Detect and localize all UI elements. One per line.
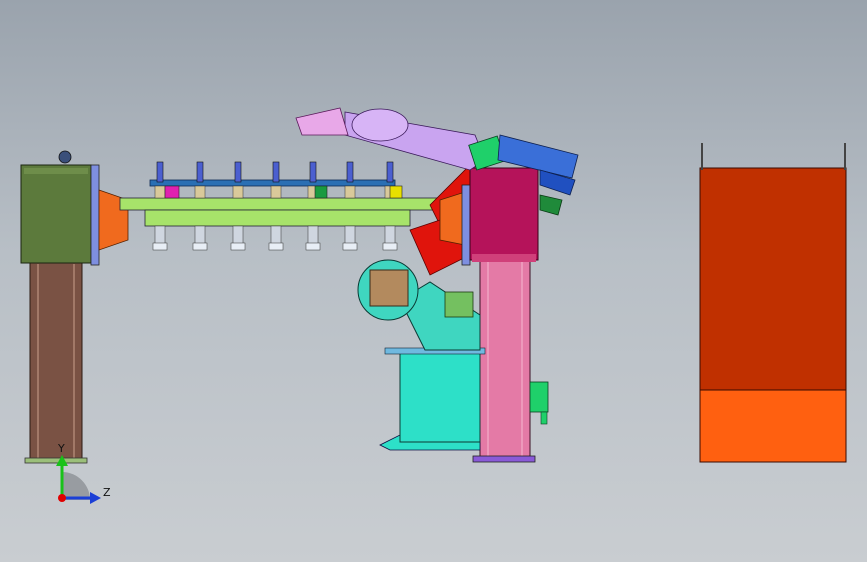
left-motor-housing bbox=[20, 164, 92, 264]
clamp-rail bbox=[149, 179, 396, 187]
cad-viewport[interactable]: Y Z bbox=[0, 0, 867, 562]
triad-quadrant bbox=[62, 472, 90, 500]
clamp-jaw bbox=[270, 185, 282, 199]
clamp-lower-cap bbox=[230, 242, 246, 251]
clamp-lower-cylinder bbox=[307, 225, 319, 245]
cabinet-lower-panel bbox=[699, 389, 847, 463]
clamp-cylinder bbox=[346, 161, 354, 183]
right-housing-band bbox=[472, 254, 536, 262]
clamp-lower-cap bbox=[305, 242, 321, 251]
clamp-lower-cylinder bbox=[384, 225, 396, 245]
welding-torch bbox=[295, 107, 349, 136]
fixture-bottom-plate bbox=[144, 209, 411, 227]
control-connector bbox=[540, 411, 548, 425]
right-flange-orange bbox=[439, 191, 466, 246]
clamp-lower-cap bbox=[342, 242, 358, 251]
triad-origin bbox=[58, 494, 66, 502]
right-faceplate bbox=[461, 184, 471, 266]
left-housing-lid bbox=[24, 168, 88, 174]
left-faceplate bbox=[90, 164, 100, 266]
control-box bbox=[529, 381, 549, 413]
coordinate-triad: Y Z bbox=[56, 442, 111, 504]
assembly-drawing: Y Z bbox=[20, 107, 847, 504]
clamp-row-bottom bbox=[152, 225, 398, 251]
robot-base bbox=[399, 351, 481, 443]
left-positioner[interactable] bbox=[20, 150, 129, 464]
y-axis-label: Y bbox=[57, 442, 65, 455]
clamp-lower-cylinder bbox=[270, 225, 282, 245]
clamp-lower-cap bbox=[382, 242, 398, 251]
clamp-lower-cylinder bbox=[232, 225, 244, 245]
clamp-block-yellow bbox=[389, 185, 403, 199]
cabinet-upper-panel bbox=[699, 167, 847, 391]
clamp-block-magenta bbox=[164, 185, 180, 199]
clamp-lower-cap bbox=[192, 242, 208, 251]
clamp-cylinder bbox=[156, 161, 164, 183]
clamp-jaw bbox=[232, 185, 244, 199]
clamp-lower-cylinder bbox=[154, 225, 166, 245]
clamp-jaw bbox=[194, 185, 206, 199]
right-column-foot bbox=[472, 455, 536, 463]
z-axis-arrowhead bbox=[90, 492, 101, 504]
z-axis-label: Z bbox=[103, 486, 111, 499]
right-motor-housing bbox=[469, 167, 539, 261]
fixture-top-plate bbox=[119, 197, 466, 211]
clamp-block-green bbox=[314, 185, 328, 199]
clamp-jaw bbox=[154, 185, 166, 199]
clamp-lower-cap bbox=[268, 242, 284, 251]
safety-cabinet[interactable] bbox=[699, 143, 847, 463]
clamp-lower-cylinder bbox=[344, 225, 356, 245]
clamp-cylinder bbox=[272, 161, 280, 183]
clamp-lower-cylinder bbox=[194, 225, 206, 245]
clamp-cylinder bbox=[234, 161, 242, 183]
clamp-cylinder bbox=[309, 161, 317, 183]
left-indicator-lamp bbox=[58, 150, 72, 164]
clamp-cylinder bbox=[196, 161, 204, 183]
left-column-foot bbox=[24, 457, 88, 464]
robot-shoulder-block bbox=[369, 269, 409, 307]
clamp-lower-cap bbox=[152, 242, 168, 251]
robot-wrist bbox=[351, 108, 409, 142]
clamp-cylinder bbox=[386, 161, 394, 183]
robot-motor bbox=[444, 291, 474, 318]
cable-green bbox=[539, 194, 563, 216]
clamp-jaw bbox=[344, 185, 356, 199]
